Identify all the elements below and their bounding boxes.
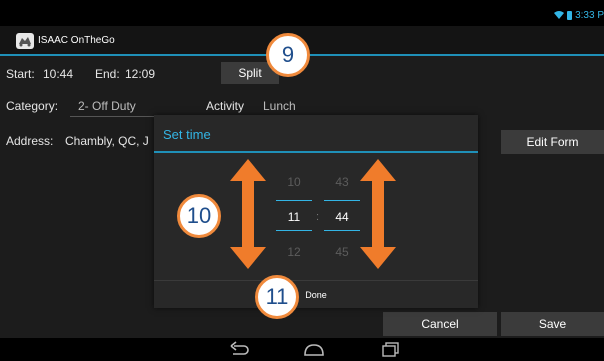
recent-apps-icon[interactable] [380, 340, 402, 358]
minute-prev[interactable]: 43 [324, 175, 360, 189]
home-icon[interactable] [303, 340, 325, 358]
address-label: Address: [6, 134, 54, 148]
minute-next[interactable]: 45 [324, 245, 360, 259]
hour-next[interactable]: 12 [276, 245, 312, 259]
app-logo-icon[interactable] [15, 32, 35, 50]
activity-dropdown[interactable]: Lunch [263, 99, 296, 113]
wifi-icon [554, 11, 565, 19]
start-time-value[interactable]: 10:44 [43, 67, 73, 81]
edit-form-button[interactable]: Edit Form [501, 130, 604, 154]
navigation-bar [0, 338, 604, 361]
start-label: Start: [6, 67, 35, 81]
dialog-title: Set time [163, 127, 211, 142]
back-icon[interactable] [229, 340, 251, 358]
status-bar: 3:33 P [0, 0, 604, 26]
end-time-value[interactable]: 12:09 [125, 67, 155, 81]
hour-current[interactable]: 11 [276, 210, 312, 224]
callout-badge-10: 10 [177, 194, 221, 238]
end-label: End: [95, 67, 120, 81]
cancel-button[interactable]: Cancel [383, 312, 497, 336]
minute-bottom-line [324, 230, 360, 231]
hour-bottom-line [276, 230, 312, 231]
app-title: ISAAC OnTheGo [38, 35, 115, 46]
status-icons: 3:33 P [554, 8, 604, 22]
dialog-title-divider [154, 151, 478, 153]
done-button[interactable]: Done [154, 281, 478, 308]
hour-top-line [276, 200, 312, 201]
hour-prev[interactable]: 10 [276, 175, 312, 189]
minute-top-line [324, 200, 360, 201]
callout-badge-11: 11 [255, 275, 299, 319]
category-label: Category: [6, 99, 59, 113]
save-button[interactable]: Save [501, 312, 604, 336]
minute-current[interactable]: 44 [324, 210, 360, 224]
hour-scroll-arrow-icon [230, 159, 266, 269]
address-value: Chambly, QC, J [65, 134, 149, 148]
battery-icon [567, 10, 573, 20]
category-dropdown[interactable]: 2- Off Duty [78, 99, 136, 113]
activity-label: Activity [206, 99, 245, 113]
callout-badge-9: 9 [266, 33, 310, 77]
status-time: 3:33 P [575, 9, 604, 21]
minute-scroll-arrow-icon [360, 159, 396, 269]
time-separator: : [316, 211, 320, 223]
